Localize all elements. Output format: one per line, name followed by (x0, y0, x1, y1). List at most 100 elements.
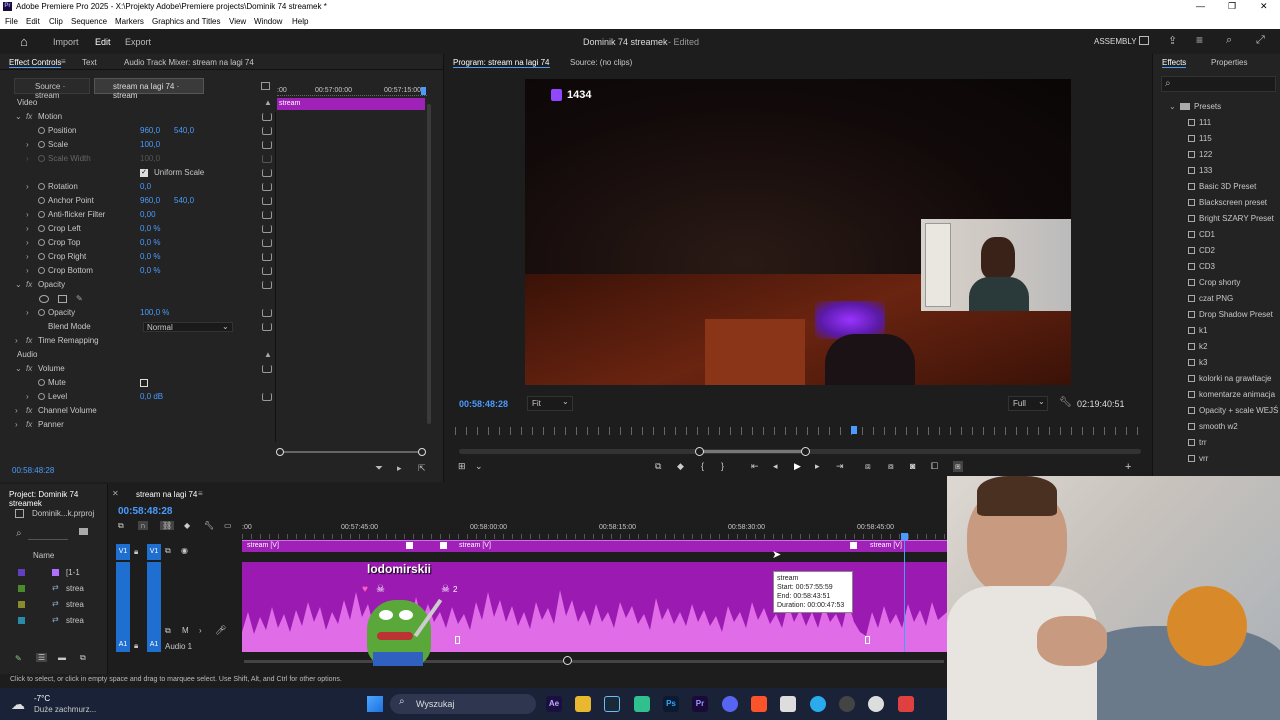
marker-icon[interactable]: ◆ (184, 521, 190, 530)
preset-item[interactable]: 115 (1188, 131, 1212, 147)
preset-item[interactable]: Basic 3D Preset (1188, 179, 1256, 195)
menu-view[interactable]: View (229, 17, 246, 26)
channel-volume-row[interactable]: › fx Channel Volume (0, 404, 275, 418)
wrench-icon[interactable]: 🔧︎ (204, 521, 214, 530)
zoom-handle-right[interactable] (418, 448, 426, 456)
menu-clip[interactable]: Clip (49, 17, 63, 26)
stopwatch-icon[interactable] (38, 267, 45, 274)
app-icon-2[interactable] (780, 696, 796, 712)
reset-icon[interactable] (262, 309, 272, 317)
crop-right-value[interactable]: 0,0 % (140, 250, 160, 264)
zoom-handle[interactable] (563, 656, 572, 665)
telegram-icon[interactable] (810, 696, 826, 712)
export-frame-icon[interactable]: ⇱ (418, 463, 426, 474)
wrench-icon[interactable]: 🔧︎ (1059, 397, 1072, 408)
crop-bottom-value[interactable]: 0,0 % (140, 264, 160, 278)
captions-icon[interactable]: ▭ (224, 521, 232, 530)
list-item[interactable]: ⇄ strea (14, 614, 94, 628)
compare-icon[interactable]: ⧠ (931, 461, 938, 472)
chevron-right-icon[interactable]: › (15, 418, 18, 432)
go-to-out-icon[interactable]: ⇥ (836, 461, 844, 472)
quick-export-icon[interactable]: ≡ (1196, 33, 1203, 47)
menu-markers[interactable]: Markers (115, 17, 144, 26)
tab-properties[interactable]: Properties (1211, 58, 1247, 67)
safe-margins-icon[interactable]: ⧆ (953, 461, 963, 472)
export-tab[interactable]: Export (125, 37, 151, 47)
program-playhead[interactable] (851, 426, 857, 434)
reset-icon[interactable] (262, 239, 272, 247)
chevron-right-icon[interactable]: › (26, 208, 29, 222)
stopwatch-icon[interactable] (38, 379, 45, 386)
step-back-icon[interactable]: ◂ (773, 461, 778, 472)
weather-icon[interactable]: ☁ (11, 696, 25, 713)
share-icon[interactable]: ⇪ (1168, 34, 1177, 47)
menu-help[interactable]: Help (292, 17, 308, 26)
reset-icon[interactable] (262, 267, 272, 275)
chevron-right-icon[interactable]: › (26, 306, 29, 320)
minimize-button[interactable]: — (1196, 1, 1205, 11)
list-item[interactable]: ⇄ strea (14, 582, 94, 596)
preset-item[interactable]: 133 (1188, 163, 1212, 179)
collapse-icon[interactable]: ▲ (264, 348, 272, 362)
time-remap-row[interactable]: › fx Time Remapping (0, 334, 275, 348)
collapse-icon[interactable]: ▲ (264, 96, 272, 110)
chevron-right-icon[interactable]: › (26, 180, 29, 194)
discord-icon[interactable] (722, 696, 738, 712)
video-frame[interactable]: 1434 (525, 79, 1071, 385)
chevron-down-icon[interactable]: ⌄ (15, 110, 22, 124)
fit-select[interactable]: Fit ⌄ (527, 396, 573, 411)
volume-row[interactable]: ⌄ fx Volume (0, 362, 275, 376)
motion-row[interactable]: ⌄ fx Motion (0, 110, 275, 124)
ec-zoom-scroll[interactable] (280, 451, 424, 453)
reset-icon[interactable] (262, 225, 272, 233)
preset-item[interactable]: komentarze animacja (1188, 387, 1275, 403)
steam-icon[interactable] (604, 696, 620, 712)
tab-project[interactable]: Project: Dominik 74 streamek (9, 490, 107, 508)
reset-icon[interactable] (262, 211, 272, 219)
tab-sequence[interactable]: stream na lagi 74 (136, 490, 197, 499)
panel-menu-icon[interactable]: ≡ (61, 57, 66, 66)
reset-icon[interactable] (262, 127, 272, 135)
list-item[interactable]: ⇄ strea (14, 598, 94, 612)
stopwatch-icon[interactable] (38, 197, 45, 204)
freeform-view-icon[interactable]: ⧉ (80, 653, 86, 663)
presets-folder[interactable]: Presets (1194, 102, 1221, 111)
menu-graphics[interactable]: Graphics and Titles (152, 17, 220, 26)
chevron-right-icon[interactable]: › (26, 236, 29, 250)
file-explorer-icon[interactable] (575, 696, 591, 712)
panel-menu-icon[interactable]: ≡ (198, 489, 203, 498)
close-button[interactable]: ✕ (1260, 1, 1268, 12)
pencil-icon[interactable]: ✎ (15, 654, 22, 663)
list-item[interactable]: [1-1 (14, 566, 94, 580)
program-scrub-ruler[interactable] (455, 427, 1141, 435)
windows-start-icon[interactable] (367, 696, 383, 712)
v1-track-target[interactable]: V1 (147, 544, 161, 560)
preset-item[interactable]: trr (1188, 435, 1207, 451)
ec-clip-bar[interactable]: stream (277, 98, 425, 110)
stopwatch-icon[interactable] (38, 183, 45, 190)
workspaces-icon[interactable] (1139, 36, 1149, 45)
add-button-icon[interactable]: + (1125, 461, 1131, 473)
solo-track-icon[interactable]: › (199, 626, 202, 635)
maximize-button[interactable]: ❐ (1228, 1, 1236, 12)
stopwatch-icon[interactable] (38, 127, 45, 134)
app-icon[interactable] (634, 696, 650, 712)
preset-item[interactable]: Opacity + scale WEJŚ (1188, 403, 1278, 419)
preset-item[interactable]: k1 (1188, 323, 1207, 339)
taskbar-search-input[interactable]: ⌕ Wyszukaj (390, 694, 536, 714)
preset-item[interactable]: k2 (1188, 339, 1207, 355)
scale-value[interactable]: 100,0 (140, 138, 160, 152)
reset-icon[interactable] (262, 365, 272, 373)
reset-icon[interactable] (262, 141, 272, 149)
home-icon[interactable]: ⌂ (20, 34, 28, 49)
mute-checkbox[interactable] (140, 379, 148, 387)
sync-lock-icon[interactable]: ⧉ (165, 546, 171, 556)
menu-edit[interactable]: Edit (26, 17, 40, 26)
chevron-right-icon[interactable]: › (26, 250, 29, 264)
pen-mask-icon[interactable]: ✎ (76, 292, 83, 306)
project-search-input[interactable] (28, 528, 68, 540)
tab-text[interactable]: Text (82, 58, 97, 67)
filter-icon[interactable]: ⏷ (375, 463, 383, 474)
stopwatch-icon[interactable] (38, 253, 45, 260)
preset-item[interactable]: k3 (1188, 355, 1207, 371)
